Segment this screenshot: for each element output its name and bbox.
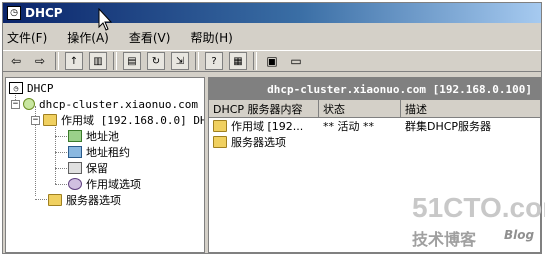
- menu-view[interactable]: 查看(V): [129, 29, 171, 46]
- tree-item-dhcp[interactable]: ◷ DHCP: [9, 80, 54, 96]
- toolbar-separator: [55, 52, 59, 70]
- mouse-cursor-icon: [98, 8, 113, 31]
- title-bar[interactable]: ◷ DHCP: [3, 3, 541, 23]
- window-title: DHCP: [25, 6, 63, 20]
- toolbar-separator: [113, 52, 117, 70]
- details-pane: dhcp-cluster.xiaonuo.com [192.168.0.100]…: [208, 77, 541, 253]
- up-folder-icon[interactable]: ↑: [65, 52, 83, 70]
- scope-options-icon: [68, 178, 82, 190]
- tree-item-server[interactable]: − dhcp-cluster.xiaonuo.com: [11, 96, 198, 112]
- toolbar: ⇦ ⇨ ↑ ▥ ▤ ↻ ⇲ ? ▦ ▣ ▭: [3, 50, 541, 72]
- refresh-icon[interactable]: ↻: [147, 52, 165, 70]
- row-name: 服务器选项: [231, 136, 286, 149]
- table-row[interactable]: 作用域 [192... ** 活动 ** 群集DHCP服务器: [209, 118, 540, 134]
- folder-icon: [213, 120, 227, 132]
- toolbar-separator: [253, 52, 257, 70]
- tree-connector: [55, 122, 56, 184]
- tree-connector: [55, 152, 67, 153]
- dhcp-server-icon: [23, 98, 35, 110]
- mmc-window: ◷ DHCP 文件(F) 操作(A) 查看(V) 帮助(H) ⇦ ⇨ ↑ ▥ ▤…: [2, 2, 542, 254]
- help-icon[interactable]: ?: [205, 52, 223, 70]
- table-row[interactable]: 服务器选项: [209, 134, 540, 150]
- row-name: 作用域 [192...: [231, 120, 304, 133]
- tree-connector: [55, 136, 67, 137]
- tree-item-scope[interactable]: − 作用域 [192.168.0.0] DH: [31, 112, 204, 128]
- details-header: dhcp-cluster.xiaonuo.com [192.168.0.100]: [209, 78, 540, 100]
- show-hide-tree-icon[interactable]: ▥: [89, 52, 107, 70]
- row-description: 群集DHCP服务器: [405, 120, 492, 133]
- row-status: ** 活动 **: [323, 120, 374, 133]
- column-header-description[interactable]: 描述: [401, 100, 540, 117]
- server-icon[interactable]: ▣: [263, 52, 281, 70]
- toolbar-separator: [195, 52, 199, 70]
- tree-connector: [55, 184, 67, 185]
- tree-item-server-options[interactable]: 服务器选项: [48, 192, 121, 208]
- menu-bar: 文件(F) 操作(A) 查看(V) 帮助(H): [3, 27, 541, 47]
- properties-icon[interactable]: ▤: [123, 52, 141, 70]
- reservations-icon: [68, 162, 82, 174]
- dhcp-console-icon: ◷: [9, 82, 23, 94]
- collapse-icon[interactable]: −: [31, 115, 40, 125]
- folder-icon: [43, 114, 57, 126]
- tree-item-scope-options[interactable]: 作用域选项: [68, 176, 141, 192]
- tree-item-address-leases[interactable]: 地址租约: [68, 144, 130, 160]
- menu-help[interactable]: 帮助(H): [190, 29, 232, 46]
- address-leases-icon: [68, 146, 82, 158]
- export-list-icon[interactable]: ⇲: [171, 52, 189, 70]
- console-tree-icon[interactable]: ▦: [229, 52, 247, 70]
- folder-icon: [48, 194, 62, 206]
- menu-file[interactable]: 文件(F): [7, 29, 47, 46]
- column-header-status[interactable]: 状态: [319, 100, 401, 117]
- dhcp-console-icon: ◷: [7, 6, 21, 20]
- address-pool-icon: [68, 130, 82, 142]
- column-headers: DHCP 服务器内容 状态 描述: [209, 100, 540, 118]
- tree-connector: [35, 199, 47, 200]
- column-header-contents[interactable]: DHCP 服务器内容: [209, 100, 319, 117]
- monitor-icon[interactable]: ▭: [287, 52, 305, 70]
- collapse-icon[interactable]: −: [11, 99, 20, 109]
- forward-arrow-icon[interactable]: ⇨: [31, 52, 49, 70]
- tree-item-address-pool[interactable]: 地址池: [68, 128, 119, 144]
- tree-connector: [55, 168, 67, 169]
- tree-item-reservations[interactable]: 保留: [68, 160, 108, 176]
- back-arrow-icon[interactable]: ⇦: [7, 52, 25, 70]
- console-tree: ◷ DHCP − dhcp-cluster.xiaonuo.com − 作用域 …: [5, 77, 205, 253]
- folder-icon: [213, 136, 227, 148]
